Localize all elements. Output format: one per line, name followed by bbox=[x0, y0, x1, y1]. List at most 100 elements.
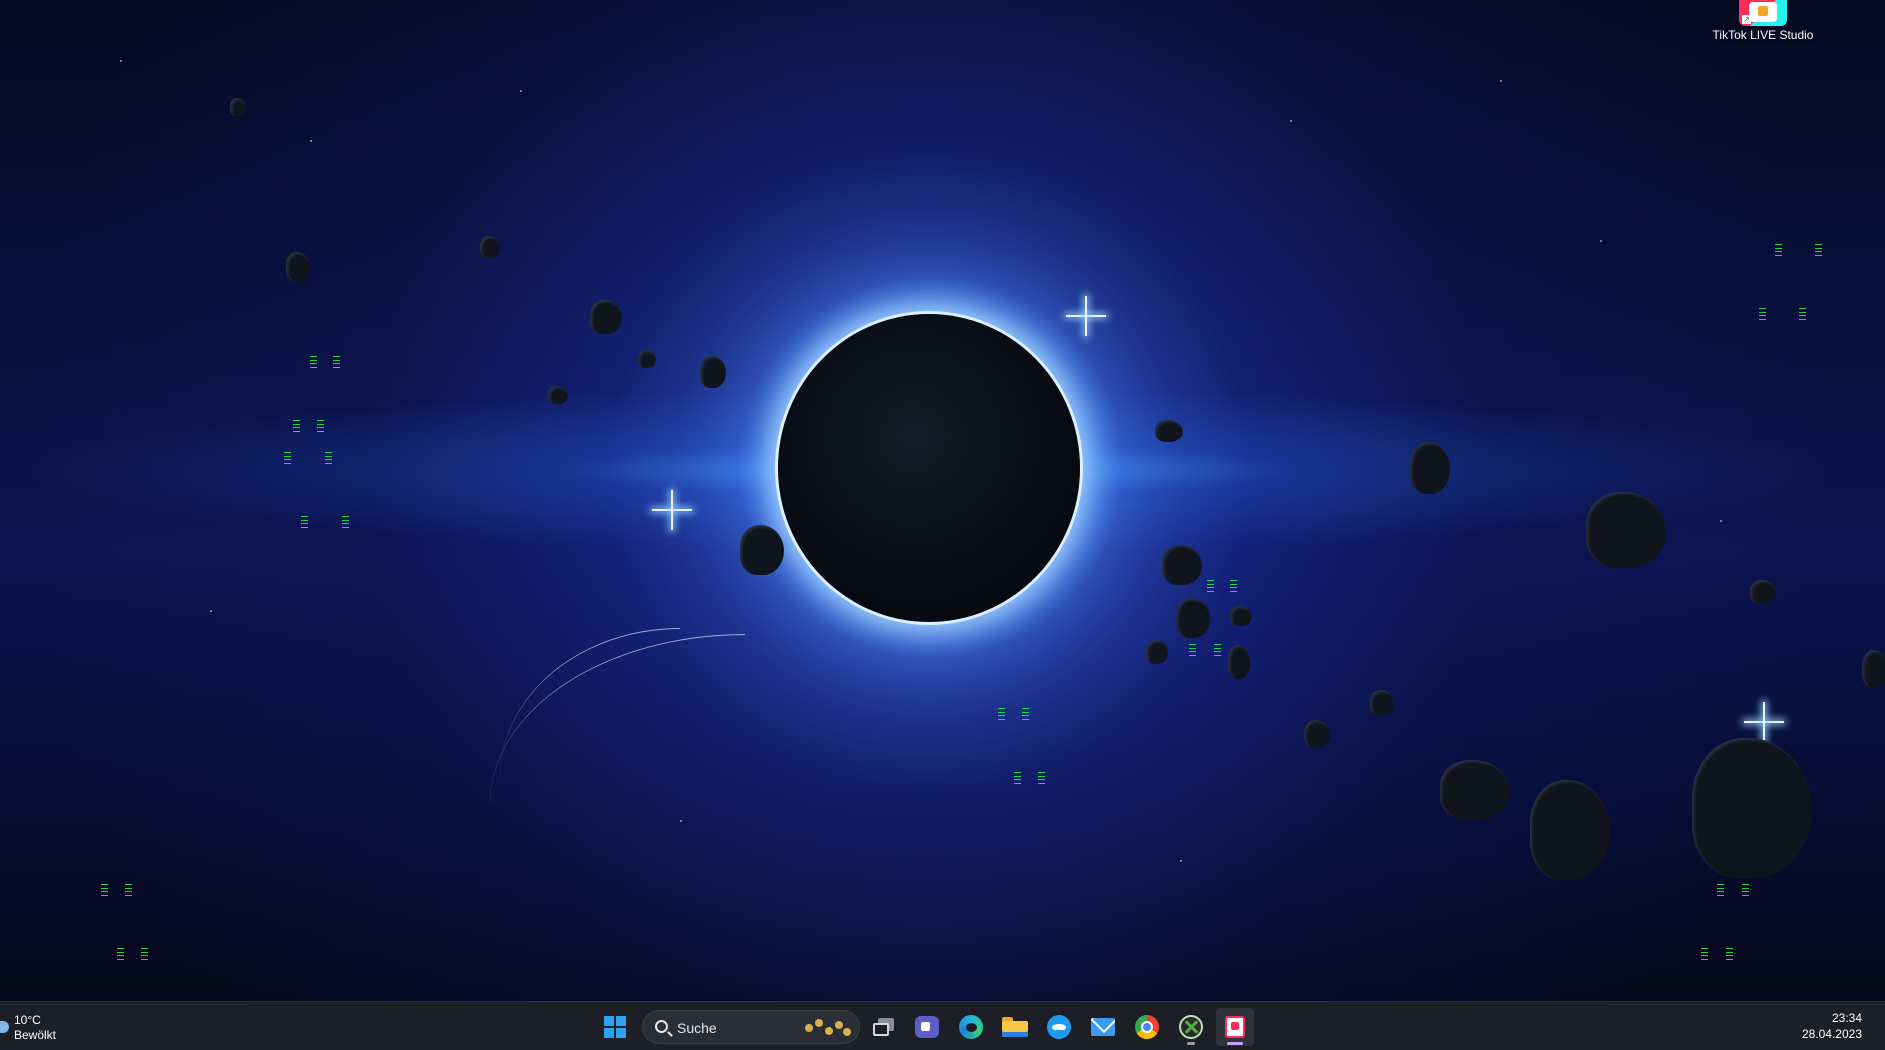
weather-condition: Bewölkt bbox=[14, 1028, 57, 1042]
taskbar: 10°C Bewölkt Suche 23:34 28.04.2023 bbox=[0, 1001, 1885, 1050]
matrix-glyph bbox=[1759, 308, 1766, 320]
search-placeholder: Suche bbox=[677, 1020, 717, 1036]
asteroid bbox=[1304, 720, 1330, 748]
desktop-shortcut-tiktok-live-studio[interactable]: ↗ TikTok LIVE Studio bbox=[1700, 0, 1826, 46]
star-flare bbox=[1744, 702, 1784, 742]
chrome-icon bbox=[1135, 1015, 1159, 1039]
asteroid bbox=[230, 98, 246, 116]
twitter-icon bbox=[1047, 1015, 1071, 1039]
star bbox=[680, 820, 682, 822]
tiktok-live-studio-icon bbox=[1225, 1016, 1245, 1038]
asteroid bbox=[1230, 606, 1252, 626]
matrix-glyph bbox=[1022, 708, 1029, 720]
asteroid bbox=[1228, 645, 1250, 679]
file-explorer-icon bbox=[1002, 1017, 1028, 1037]
matrix-glyph bbox=[1717, 884, 1724, 896]
asteroid bbox=[1440, 760, 1510, 820]
eclipsed-planet bbox=[778, 314, 1080, 622]
matrix-glyph bbox=[325, 452, 332, 464]
clock-date: 28.04.2023 bbox=[1801, 1027, 1862, 1041]
star bbox=[1290, 120, 1292, 122]
matrix-glyph bbox=[1815, 244, 1822, 256]
taskbar-app-tiktok-live-studio[interactable] bbox=[1216, 1008, 1254, 1046]
task-view-icon bbox=[873, 1018, 895, 1036]
asteroid bbox=[1410, 442, 1450, 494]
star bbox=[520, 90, 522, 92]
matrix-glyph bbox=[1014, 772, 1021, 784]
search-icon bbox=[655, 1020, 668, 1033]
matrix-glyph bbox=[1775, 244, 1782, 256]
shortcut-label: TikTok LIVE Studio bbox=[1712, 28, 1814, 42]
matrix-glyph bbox=[117, 948, 124, 960]
matrix-glyph bbox=[1214, 644, 1221, 656]
taskbar-app-twitter[interactable] bbox=[1040, 1008, 1078, 1046]
asteroid bbox=[1162, 545, 1202, 585]
matrix-glyph bbox=[125, 884, 132, 896]
teams-icon bbox=[915, 1016, 939, 1038]
asteroid bbox=[1155, 420, 1183, 442]
asteroid bbox=[740, 525, 784, 575]
asteroid bbox=[480, 236, 500, 258]
weather-temperature: 10°C bbox=[14, 1013, 41, 1027]
asteroid bbox=[286, 252, 310, 282]
star-flare bbox=[652, 490, 692, 530]
star bbox=[210, 610, 212, 612]
taskbar-app-xbox[interactable] bbox=[1172, 1008, 1210, 1046]
taskbar-app-teams[interactable] bbox=[908, 1008, 946, 1046]
shortcut-arrow-icon: ↗ bbox=[1742, 15, 1751, 24]
asteroid bbox=[638, 350, 656, 368]
matrix-glyph bbox=[1742, 884, 1749, 896]
taskbar-app-edge[interactable] bbox=[952, 1008, 990, 1046]
star bbox=[1600, 240, 1602, 242]
matrix-glyph bbox=[1189, 644, 1196, 656]
matrix-glyph bbox=[284, 452, 291, 464]
clock-time: 23:34 bbox=[1831, 1011, 1862, 1025]
asteroid bbox=[1586, 492, 1666, 568]
matrix-glyph bbox=[333, 356, 340, 368]
asteroid bbox=[1692, 738, 1812, 878]
star bbox=[1180, 860, 1182, 862]
star bbox=[1720, 520, 1722, 522]
asteroid bbox=[1146, 640, 1168, 664]
asteroid bbox=[590, 300, 622, 334]
matrix-glyph bbox=[141, 948, 148, 960]
star-flare bbox=[1066, 296, 1106, 336]
task-view-button[interactable] bbox=[865, 1008, 903, 1046]
matrix-glyph bbox=[1038, 772, 1045, 784]
matrix-glyph bbox=[1726, 948, 1733, 960]
windows-start-icon bbox=[604, 1016, 626, 1038]
tiktok-live-studio-icon: ↗ bbox=[1739, 0, 1787, 26]
asteroid bbox=[1370, 690, 1394, 716]
search-highlight-icon bbox=[803, 1015, 853, 1041]
matrix-glyph bbox=[1230, 580, 1237, 592]
asteroid bbox=[548, 386, 568, 404]
asteroid bbox=[1530, 780, 1610, 880]
star bbox=[120, 60, 122, 62]
desktop-wallpaper[interactable]: ↗ TikTok LIVE Studio bbox=[0, 0, 1885, 1001]
matrix-glyph bbox=[293, 420, 300, 432]
weather-widget[interactable]: 10°C Bewölkt bbox=[0, 1011, 90, 1043]
taskbar-app-file-explorer[interactable] bbox=[996, 1008, 1034, 1046]
matrix-glyph bbox=[101, 884, 108, 896]
matrix-glyph bbox=[998, 708, 1005, 720]
mail-icon bbox=[1091, 1018, 1115, 1036]
system-clock[interactable]: 23:34 28.04.2023 bbox=[1772, 1010, 1862, 1042]
search-box[interactable]: Suche bbox=[642, 1010, 860, 1044]
cloud-icon bbox=[0, 1021, 9, 1033]
active-indicator bbox=[1227, 1042, 1243, 1045]
taskbar-app-mail[interactable] bbox=[1084, 1008, 1122, 1046]
asteroid bbox=[1862, 650, 1885, 688]
xbox-icon bbox=[1179, 1015, 1203, 1039]
asteroid bbox=[1176, 598, 1210, 638]
matrix-glyph bbox=[1701, 948, 1708, 960]
matrix-glyph bbox=[317, 420, 324, 432]
matrix-glyph bbox=[1207, 580, 1214, 592]
running-indicator bbox=[1187, 1042, 1195, 1045]
taskbar-app-chrome[interactable] bbox=[1128, 1008, 1166, 1046]
edge-icon bbox=[959, 1015, 983, 1039]
start-button[interactable] bbox=[596, 1008, 634, 1046]
matrix-glyph bbox=[310, 356, 317, 368]
asteroid bbox=[1750, 580, 1776, 604]
star bbox=[310, 140, 312, 142]
matrix-glyph bbox=[1799, 308, 1806, 320]
